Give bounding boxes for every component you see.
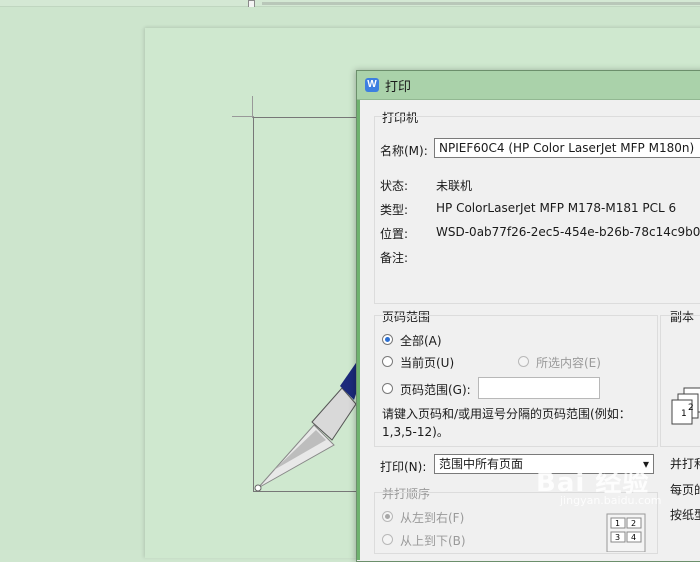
right-label-2: 每页的 bbox=[670, 483, 700, 497]
all-pages-label[interactable]: 全部(A) bbox=[400, 332, 442, 349]
printer-name-value: NPIEF60C4 (HP Color LaserJet MFP M180n) bbox=[439, 141, 695, 155]
right-label-3: 按纸型 bbox=[670, 508, 700, 522]
dialog-title: 打印 bbox=[385, 79, 412, 95]
svg-text:3: 3 bbox=[615, 533, 620, 542]
left-to-right-radio[interactable] bbox=[382, 511, 393, 522]
svg-text:2: 2 bbox=[631, 519, 636, 528]
collate-order-icon: 1 2 3 4 bbox=[606, 513, 646, 552]
print-what-value: 范围中所有页面 bbox=[439, 457, 524, 471]
svg-text:1: 1 bbox=[681, 409, 687, 419]
top-ruler bbox=[0, 0, 700, 8]
svg-text:1: 1 bbox=[615, 519, 620, 528]
baidu-watermark-url: jingyan.baidu.com bbox=[560, 494, 662, 507]
crop-mark-horizontal bbox=[232, 116, 254, 117]
top-to-bottom-radio[interactable] bbox=[382, 534, 393, 545]
selection-label[interactable]: 所选内容(E) bbox=[536, 354, 601, 371]
status-value: 未联机 bbox=[436, 179, 473, 193]
left-to-right-label[interactable]: 从左到右(F) bbox=[400, 509, 464, 526]
comment-label: 备注: bbox=[380, 251, 409, 265]
page-range-hint: 请键入页码和/或用逗号分隔的页码范围(例如：1,3,5-12)。 bbox=[382, 407, 631, 439]
page-numbers-radio[interactable] bbox=[382, 383, 393, 394]
type-label: 类型: bbox=[380, 203, 409, 217]
wps-app-icon: W bbox=[365, 78, 379, 92]
svg-text:2: 2 bbox=[688, 403, 694, 413]
printer-name-select[interactable]: NPIEF60C4 (HP Color LaserJet MFP M180n) bbox=[434, 138, 700, 158]
right-label-1: 并打和 bbox=[670, 457, 700, 471]
page-numbers-label[interactable]: 页码范围(G): bbox=[400, 381, 471, 398]
collated-copies-icon: 1 2 bbox=[671, 387, 700, 425]
current-page-label[interactable]: 当前页(U) bbox=[400, 354, 454, 371]
all-pages-radio[interactable] bbox=[382, 334, 393, 345]
location-value: WSD-0ab77f26-2ec5-454e-b26b-78c14c9b0b0 bbox=[436, 225, 700, 239]
copies-group bbox=[660, 315, 700, 447]
print-what-label: 打印(N): bbox=[380, 460, 427, 474]
fountain-pen-image bbox=[254, 360, 364, 492]
type-value: HP ColorLaserJet MFP M178-M181 PCL 6 bbox=[436, 201, 677, 215]
current-page-radio[interactable] bbox=[382, 356, 393, 367]
page-numbers-input[interactable] bbox=[478, 377, 600, 399]
crop-mark-vertical bbox=[252, 96, 253, 118]
top-to-bottom-label[interactable]: 从上到下(B) bbox=[400, 532, 466, 549]
printer-name-label: 名称(M): bbox=[380, 144, 428, 158]
ruler-track bbox=[262, 2, 700, 5]
location-label: 位置: bbox=[380, 227, 409, 241]
svg-text:4: 4 bbox=[631, 533, 636, 542]
status-label: 状态: bbox=[380, 179, 409, 193]
dialog-titlebar[interactable]: W 打印 bbox=[357, 71, 700, 100]
selection-radio[interactable] bbox=[518, 356, 529, 367]
